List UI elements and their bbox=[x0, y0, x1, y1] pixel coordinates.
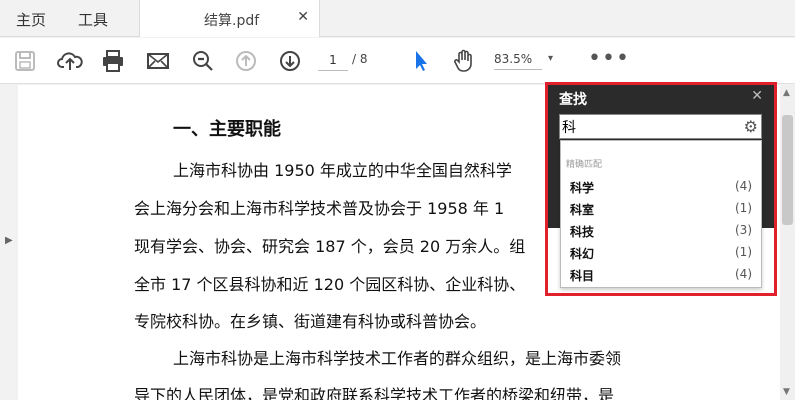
document-line: 上海市科协是上海市科学技术工作者的群众组织，是上海市委领 bbox=[173, 349, 622, 368]
document-line: 会上海分会和上海市科学技术普及协会于 1958 年 1 bbox=[134, 199, 505, 218]
document-line: 导下的人民团体，是党和政府联系科学技术工作者的桥梁和纽带，是 bbox=[134, 386, 615, 400]
next-page-icon[interactable] bbox=[277, 48, 303, 74]
section-heading: 一、主要职能 bbox=[173, 119, 281, 140]
tab-tools[interactable]: 工具 bbox=[78, 9, 108, 30]
scroll-down-icon[interactable]: ▼ bbox=[783, 387, 790, 397]
toolbar: / 8 83.5% ▾ ••• bbox=[0, 38, 795, 84]
mail-icon[interactable] bbox=[145, 48, 171, 74]
zoom-out-icon[interactable] bbox=[190, 48, 216, 74]
side-panel-gutter: ▶ bbox=[0, 85, 18, 400]
more-options-icon[interactable]: ••• bbox=[588, 46, 630, 71]
scroll-thumb[interactable] bbox=[782, 115, 793, 225]
document-tab-title: 结算.pdf bbox=[204, 13, 260, 29]
scroll-up-icon[interactable]: ▲ bbox=[783, 88, 790, 98]
expand-panel-icon[interactable]: ▶ bbox=[5, 235, 13, 246]
highlight-frame bbox=[545, 82, 777, 296]
tab-bar: 主页 工具 结算.pdf ✕ bbox=[0, 0, 795, 37]
page-total: / 8 bbox=[352, 52, 368, 66]
previous-page-icon[interactable] bbox=[233, 48, 259, 74]
document-line: 现有学会、协会、研究会 187 个，会员 20 万余人。组 bbox=[134, 237, 526, 256]
document-line: 上海市科协由 1950 年成立的中华全国自然科学 bbox=[173, 161, 512, 180]
document-line: 全市 17 个区县科协和近 120 个园区科协、企业科协、 bbox=[134, 275, 526, 294]
zoom-level-field[interactable]: 83.5% bbox=[494, 52, 542, 70]
document-line: 专院校科协。在乡镇、街道建有科协或科普协会。 bbox=[134, 312, 487, 331]
upload-cloud-icon[interactable] bbox=[57, 48, 83, 74]
page-number-input[interactable] bbox=[318, 49, 348, 71]
save-icon[interactable] bbox=[12, 48, 38, 74]
print-icon[interactable] bbox=[100, 48, 126, 74]
hand-tool-icon[interactable] bbox=[451, 48, 477, 74]
close-tab-icon[interactable]: ✕ bbox=[297, 9, 309, 25]
vertical-scrollbar[interactable]: ▲ ▼ bbox=[780, 85, 795, 400]
chevron-down-icon[interactable]: ▾ bbox=[548, 53, 553, 64]
select-cursor-icon[interactable] bbox=[408, 48, 434, 74]
tab-document[interactable]: 结算.pdf ✕ bbox=[139, 0, 320, 37]
tab-home[interactable]: 主页 bbox=[16, 9, 46, 30]
